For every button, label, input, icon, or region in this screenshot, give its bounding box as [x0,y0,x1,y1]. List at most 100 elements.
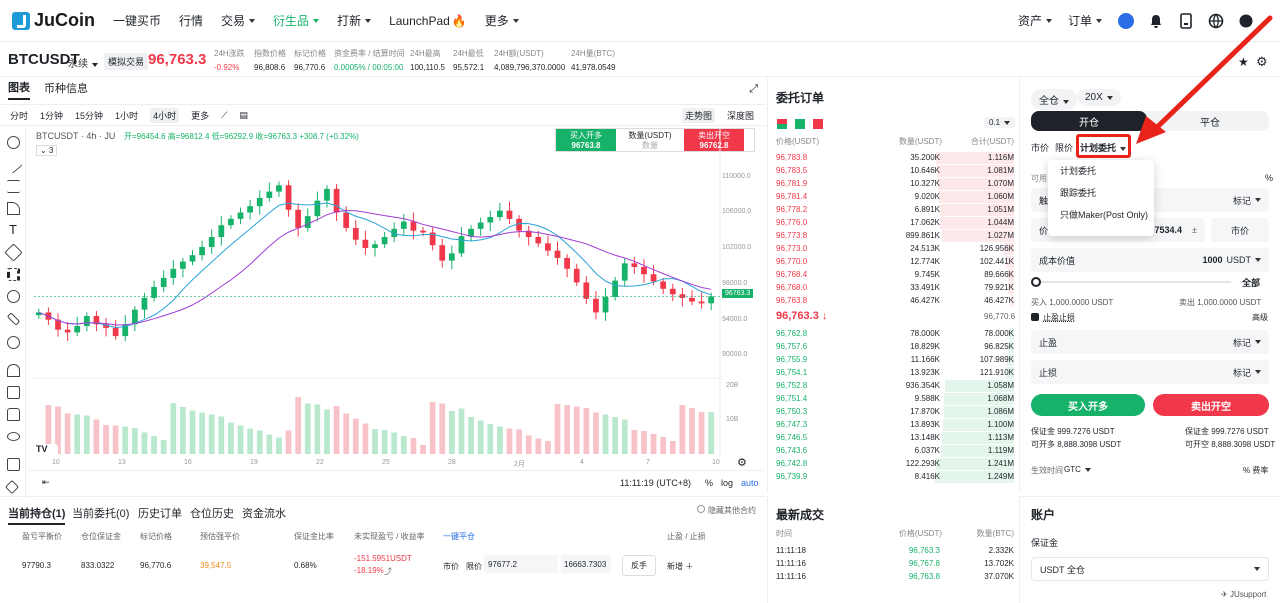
dropdown-plan-order[interactable]: 计划委托 [1048,160,1154,182]
percent-icon[interactable]: % [1265,173,1273,183]
bid-row[interactable]: 96,762.8 78.000K 78.000K [776,328,1014,340]
advanced-link[interactable]: 高级 [1252,312,1268,323]
close-all-link[interactable]: 一键平仓 [443,531,475,542]
reverse-button[interactable]: 反手 [622,555,656,576]
order-type-limit[interactable]: 限价 [1055,141,1073,154]
bid-row[interactable]: 96,751.4 9.588K 1.068M [776,393,1014,405]
auto-toggle[interactable]: auto [741,478,759,488]
ruler-icon[interactable] [6,312,21,326]
bid-row[interactable]: 96,750.3 17.870K 1.086M [776,406,1014,418]
book-bids-icon[interactable] [795,119,805,129]
book-both-icon[interactable] [777,119,787,129]
timeframe-1h[interactable]: 1小时 [115,109,138,122]
contract-type[interactable]: 永续 [68,55,98,70]
buy-long-button[interactable]: 买入开多 [1031,394,1145,416]
emoji-icon[interactable] [7,290,20,303]
pattern-icon[interactable] [4,243,23,262]
hide-other-radio[interactable] [697,505,705,513]
ask-row[interactable]: 96,783.8 35.200K 1.116M [776,152,1014,164]
collapse-icon[interactable] [4,479,20,495]
tab-fund-flow[interactable]: 资金流水 [242,505,286,521]
percent-toggle[interactable]: % [705,478,713,488]
share-icon[interactable]: ⤴ [384,566,392,577]
dropdown-trailing-order[interactable]: 跟踪委托 [1048,182,1154,204]
trendline-icon[interactable] [4,155,23,174]
sell-short-button[interactable]: 卖出开空 [1153,394,1269,416]
nav-buy-crypto[interactable]: 一键买币 [113,12,161,29]
bid-row[interactable]: 96,757.6 18.829K 96.825K [776,341,1014,353]
nav-orders[interactable]: 订单 [1068,12,1102,29]
logo[interactable]: JuCoin [12,10,95,31]
ask-row[interactable]: 96,770.0 12.774K 102.441K [776,256,1014,268]
price-chart[interactable]: BTCUSDT · 4h · JU 开=96454.6 高=96812.4 低=… [28,128,764,468]
fullscreen-icon[interactable]: ⤢ [749,83,758,96]
account-margin-select[interactable]: USDT 全仓 [1031,557,1269,581]
margin-mode-select[interactable]: 全仓 [1031,89,1077,110]
dropdown-post-only[interactable]: 只做Maker(Post Only) [1048,204,1154,226]
close-qty-input[interactable]: 16663.7303 [561,555,611,573]
order-type-market[interactable]: 市价 [1031,141,1049,154]
view-trend[interactable]: 走势图 [681,107,715,123]
nav-assets[interactable]: 资产 [1018,12,1052,29]
pencil-lock-icon[interactable] [7,386,20,399]
ask-row[interactable]: 96,768.4 9.745K 89.666K [776,269,1014,281]
tif-select[interactable]: GTC [1064,465,1091,474]
market-price-button[interactable]: 市价 [1211,218,1269,242]
chart-settings-icon[interactable]: ⚙ [737,456,747,469]
lock-icon[interactable] [7,408,20,421]
tab-chart[interactable]: 图表 [8,79,30,100]
timeframe-line[interactable]: 分时 [10,109,28,122]
stepper-icon[interactable]: ± [1192,225,1197,235]
bid-row[interactable]: 96,743.6 6.037K 1.119M [776,445,1014,457]
nav-launch[interactable]: 打新 [337,12,372,29]
ask-row[interactable]: 96,781.9 10.327K 1.070M [776,178,1014,190]
ask-row[interactable]: 96,778.2 6.891K 1.051M [776,204,1014,216]
indicator-icon[interactable]: ⟋ [221,110,227,121]
ask-row[interactable]: 96,783.5 10.646K 1.081M [776,165,1014,177]
log-toggle[interactable]: log [721,478,733,488]
channel-icon[interactable] [7,180,20,193]
close-limit-price-input[interactable]: 97677.2 [484,555,558,573]
close-limit-option[interactable]: 限价 [466,561,482,572]
tradingview-logo[interactable]: TV [36,444,58,458]
timeframe-1m[interactable]: 1分钟 [40,109,63,122]
text-icon[interactable]: T [9,222,17,237]
nav-trade[interactable]: 交易 [221,12,256,29]
nav-more[interactable]: 更多 [485,12,519,29]
trash-icon[interactable] [7,458,20,471]
tab-open-orders[interactable]: 当前委托(0) [72,505,129,521]
cost-field[interactable]: 成本价值 1000 USDT [1031,248,1269,272]
take-profit-field[interactable]: 止盈 标记 [1031,330,1269,354]
ask-row[interactable]: 96,773.8 899.861K 1.027M [776,230,1014,242]
timeframe-15m[interactable]: 15分钟 [75,109,103,122]
slider-all[interactable]: 全部 [1242,276,1260,289]
ask-row[interactable]: 96,773.0 24.513K 126.956K [776,243,1014,255]
brush-icon[interactable] [7,202,20,215]
crosshair-icon[interactable] [7,136,20,149]
tab-order-history[interactable]: 历史订单 [138,505,182,521]
tab-coin-info[interactable]: 币种信息 [44,80,88,99]
support-link[interactable]: ✈ JUsupport [1221,590,1266,599]
book-asks-icon[interactable] [813,119,823,129]
timeframe-more[interactable]: 更多 [191,109,209,122]
measure-icon[interactable] [7,268,20,281]
demo-trading-badge[interactable]: 模拟交易 [104,53,149,70]
goto-date-icon[interactable]: ⇤ [42,477,50,488]
ask-row[interactable]: 96,776.0 17.062K 1.044M [776,217,1014,229]
tpsl-checkbox[interactable] [1031,313,1039,321]
view-depth[interactable]: 深度图 [727,109,754,122]
add-tpsl-button[interactable]: 新增 ＋ [667,561,693,572]
eye-icon[interactable] [7,432,20,441]
nav-markets[interactable]: 行情 [179,12,203,29]
timeframe-4h[interactable]: 4小时 [150,107,180,123]
nav-derivatives[interactable]: 衍生品 [273,12,320,29]
leverage-select[interactable]: 20X [1077,89,1121,106]
ask-row[interactable]: 96,781.4 9.020K 1.060M [776,191,1014,203]
slider-handle[interactable] [1031,277,1041,287]
bid-row[interactable]: 96,746.5 13.148K 1.113M [776,432,1014,444]
bid-row[interactable]: 96,739.9 8.416K 1.249M [776,471,1014,483]
magnet-icon[interactable] [7,364,20,377]
ask-row[interactable]: 96,763.8 46.427K 46.427K [776,295,1014,307]
nav-launchpad[interactable]: LaunchPad 🔥 [389,14,467,28]
tab-open-positions[interactable]: 当前持仓(1) [8,505,66,525]
